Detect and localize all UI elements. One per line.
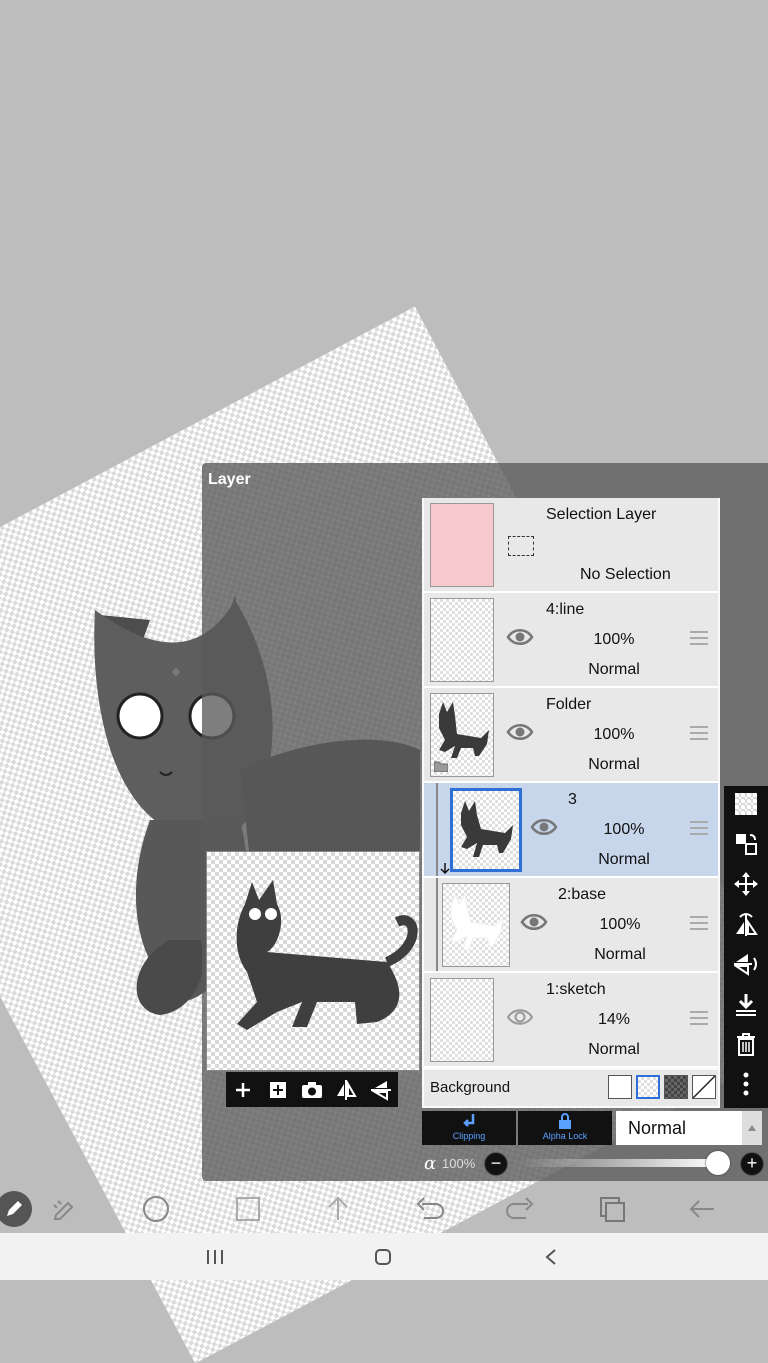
layer-row-2-base[interactable]: 2:base 100% Normal	[424, 878, 718, 973]
color-circle-icon[interactable]	[138, 1191, 174, 1227]
drag-handle-icon[interactable]	[690, 726, 708, 740]
preview-toolbar	[226, 1072, 398, 1107]
layer-thumbnail	[450, 788, 522, 872]
camera-icon[interactable]	[299, 1077, 325, 1103]
panel-title: Layer	[208, 471, 251, 488]
background-label: Background	[430, 1079, 511, 1096]
clipping-label: Clipping	[452, 1131, 486, 1141]
visibility-eye-icon[interactable]	[506, 1006, 534, 1028]
alpha-symbol: α	[424, 1153, 437, 1174]
layer-blend-mode: Normal	[588, 756, 640, 773]
layer-name: 2:base	[558, 886, 607, 903]
layer-opacity: 100%	[603, 821, 645, 838]
selection-marquee-icon	[508, 536, 534, 556]
layer-row-3[interactable]: 3 100% Normal	[424, 783, 718, 878]
opacity-slider-row: α 100% − +	[422, 1151, 768, 1177]
system-nav-bar	[0, 1233, 768, 1280]
move-icon[interactable]	[732, 870, 760, 898]
layer-name: 4:line	[546, 601, 585, 618]
layer-thumbnail	[430, 598, 494, 682]
dropdown-arrow-icon	[742, 1111, 762, 1145]
layer-tool-column	[724, 786, 768, 1108]
flip-rotate-icon[interactable]	[732, 910, 760, 938]
folder-icon	[434, 761, 448, 772]
flip-horizontal-icon[interactable]	[333, 1077, 359, 1103]
visibility-eye-icon[interactable]	[506, 721, 534, 743]
clipping-button[interactable]: Clipping	[422, 1111, 516, 1145]
alpha-lock-label: Alpha Lock	[542, 1131, 588, 1141]
background-dark-checker-option[interactable]	[664, 1075, 688, 1099]
add-special-layer-button[interactable]	[265, 1077, 291, 1103]
add-layer-button[interactable]	[230, 1077, 256, 1103]
flip-vertical-icon[interactable]	[368, 1077, 394, 1103]
bottom-toolbar	[0, 1185, 768, 1233]
delete-trash-icon[interactable]	[732, 1030, 760, 1058]
system-back-icon[interactable]	[536, 1243, 566, 1271]
layer-name: 3	[568, 791, 577, 808]
eraser-pen-icon[interactable]	[46, 1191, 82, 1227]
canvas-preview[interactable]	[206, 851, 420, 1071]
upload-arrow-icon[interactable]	[320, 1191, 356, 1227]
visibility-eye-icon[interactable]	[520, 911, 548, 933]
layer-blend-mode: Normal	[598, 851, 650, 868]
layer-name: 1:sketch	[546, 981, 606, 998]
merge-down-icon[interactable]	[732, 990, 760, 1018]
flip-vertical-rotate-icon[interactable]	[732, 950, 760, 978]
layer-blend-mode: Normal	[588, 661, 640, 678]
opacity-slider-thumb[interactable]	[706, 1151, 730, 1175]
folder-indent-line	[436, 783, 438, 876]
redo-icon[interactable]	[502, 1191, 538, 1227]
layer-row-4-line[interactable]: 4:line 100% Normal	[424, 593, 718, 688]
folder-indent-line	[436, 878, 438, 971]
layer-swap-icon[interactable]	[732, 830, 760, 858]
blend-mode-value: Normal	[628, 1118, 687, 1138]
layer-name: Selection Layer	[546, 506, 657, 523]
opacity-decrease-button[interactable]: −	[484, 1152, 508, 1176]
more-options-icon[interactable]	[732, 1070, 760, 1098]
background-transparent-option[interactable]	[636, 1075, 660, 1099]
drag-handle-icon[interactable]	[690, 916, 708, 930]
clipping-arrow-icon	[440, 863, 450, 875]
layer-row-selection[interactable]: Selection Layer No Selection	[424, 498, 718, 593]
alpha-lock-button[interactable]: Alpha Lock	[518, 1111, 612, 1145]
layer-name: Folder	[546, 696, 592, 713]
opacity-increase-button[interactable]: +	[740, 1152, 764, 1176]
brush-tool-icon[interactable]	[0, 1191, 32, 1227]
recent-apps-icon[interactable]	[200, 1243, 230, 1271]
layers-icon[interactable]	[594, 1191, 630, 1227]
layer-opacity: 100%	[593, 631, 635, 648]
undo-icon[interactable]	[412, 1191, 448, 1227]
layer-opacity: 100%	[599, 916, 641, 933]
visibility-eye-icon[interactable]	[530, 816, 558, 838]
drag-handle-icon[interactable]	[690, 631, 708, 645]
home-icon[interactable]	[368, 1243, 398, 1271]
transparency-checker-icon[interactable]	[732, 790, 760, 818]
selection-square-icon[interactable]	[230, 1191, 266, 1227]
layer-row-folder[interactable]: Folder 100% Normal	[424, 688, 718, 783]
layer-list: Selection Layer No Selection 4:line 100%…	[422, 498, 720, 1108]
layer-row-1-sketch[interactable]: 1:sketch 14% Normal	[424, 973, 718, 1068]
preview-cat	[236, 880, 418, 1030]
layer-blend-mode: Normal	[594, 946, 646, 963]
drag-handle-icon[interactable]	[690, 1011, 708, 1025]
selection-thumbnail	[430, 503, 494, 587]
layer-thumbnail	[442, 883, 510, 967]
lock-icon	[559, 1113, 571, 1129]
background-white-option[interactable]	[608, 1075, 632, 1099]
blend-mode-select[interactable]: Normal	[616, 1111, 762, 1145]
drag-handle-icon[interactable]	[690, 821, 708, 835]
layer-opacity: 100%	[593, 726, 635, 743]
layer-panel: Layer Selection Layer No Selection 4:lin…	[202, 463, 768, 1181]
opacity-slider-track[interactable]	[520, 1159, 718, 1167]
layer-opacity: 14%	[597, 1011, 631, 1028]
layer-thumbnail	[430, 978, 494, 1062]
alpha-value: 100%	[442, 1156, 476, 1171]
clipping-icon	[463, 1114, 475, 1127]
selection-status: No Selection	[580, 566, 671, 583]
background-row: Background	[424, 1070, 718, 1106]
background-none-option[interactable]	[692, 1075, 716, 1099]
back-arrow-icon[interactable]	[684, 1191, 720, 1227]
visibility-eye-icon[interactable]	[506, 626, 534, 648]
layer-blend-mode: Normal	[588, 1041, 640, 1058]
